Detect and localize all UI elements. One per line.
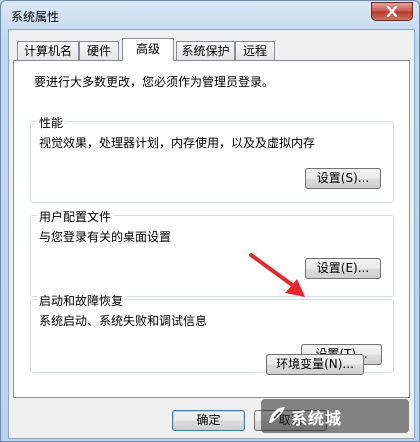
performance-group: 性能 视觉效果，处理器计划，内存使用，以及及虚拟内存 设置(S)... bbox=[30, 114, 394, 203]
performance-description: 视觉效果，处理器计划，内存使用，以及及虚拟内存 bbox=[39, 136, 316, 150]
watermark-text: 系统城 bbox=[291, 409, 343, 428]
watermark: 系统城 bbox=[261, 399, 409, 433]
system-properties-window: 系统属性 计算机名 硬件 高级 系统保护 远程 要进行大多数更改，您必须作为管理… bbox=[0, 0, 420, 442]
user-profiles-group-title: 用户配置文件 bbox=[37, 208, 114, 225]
startup-recovery-group-title: 启动和故障恢复 bbox=[37, 292, 126, 309]
annotation-arrow bbox=[249, 253, 305, 297]
environment-variables-button[interactable]: 环境变量(N)... bbox=[266, 354, 364, 375]
tab-remote[interactable]: 远程 bbox=[235, 41, 275, 60]
startup-recovery-description: 系统启动、系统失败和调试信息 bbox=[39, 314, 208, 328]
tab-system-protection[interactable]: 系统保护 bbox=[176, 41, 235, 60]
tab-computer-name[interactable]: 计算机名 bbox=[17, 41, 79, 60]
advanced-tab-panel: 要进行大多数更改，您必须作为管理员登录。 性能 视觉效果，处理器计划，内存使用，… bbox=[13, 60, 410, 398]
performance-group-title: 性能 bbox=[37, 114, 66, 131]
tab-advanced[interactable]: 高级 bbox=[122, 38, 174, 61]
user-profiles-description: 与您登录有关的桌面设置 bbox=[39, 230, 172, 244]
user-profiles-group: 用户配置文件 与您登录有关的桌面设置 设置(E)... bbox=[30, 208, 394, 297]
close-icon bbox=[386, 6, 398, 17]
system-city-logo-icon bbox=[269, 407, 285, 423]
ok-button[interactable]: 确定 bbox=[172, 410, 245, 431]
admin-notice: 要进行大多数更改，您必须作为管理员登录。 bbox=[34, 75, 275, 89]
tab-strip: 计算机名 硬件 高级 系统保护 远程 bbox=[13, 38, 413, 61]
performance-settings-button[interactable]: 设置(S)... bbox=[305, 168, 381, 189]
close-button[interactable] bbox=[371, 2, 413, 21]
window-title: 系统属性 bbox=[11, 10, 60, 24]
title-bar[interactable]: 系统属性 bbox=[1, 1, 419, 31]
dialog-client-area: 计算机名 硬件 高级 系统保护 远程 要进行大多数更改，您必须作为管理员登录。 … bbox=[8, 29, 415, 439]
tab-hardware[interactable]: 硬件 bbox=[79, 41, 119, 60]
